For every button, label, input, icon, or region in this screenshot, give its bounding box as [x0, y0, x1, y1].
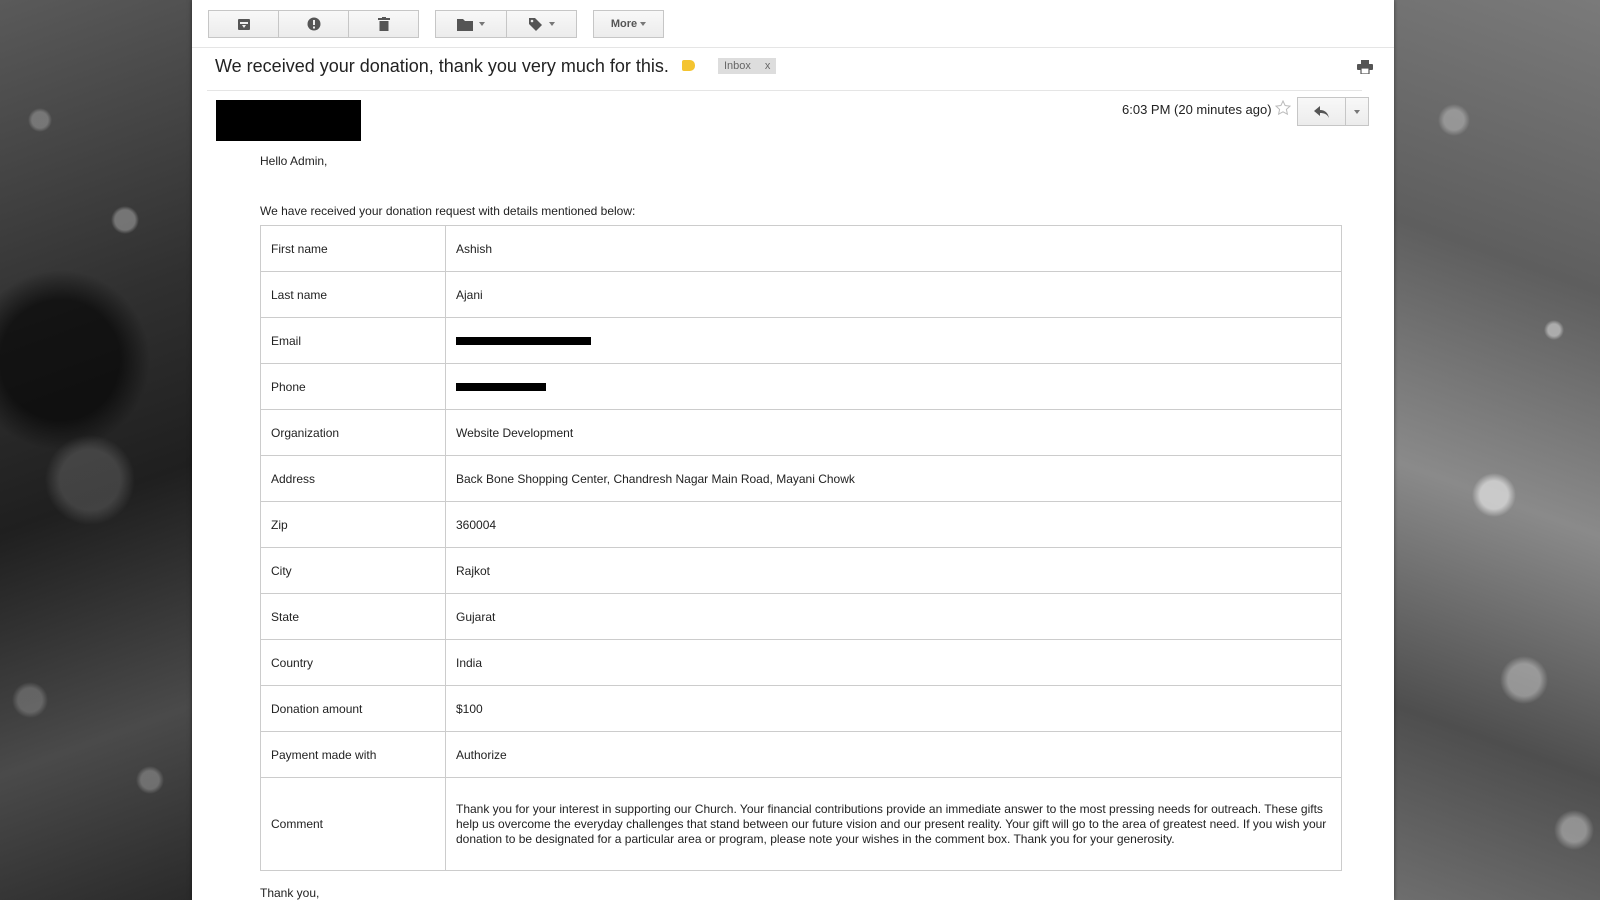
detail-key: Address — [260, 455, 446, 502]
detail-value: Back Bone Shopping Center, Chandresh Nag… — [445, 455, 1342, 502]
reply-button[interactable] — [1297, 97, 1346, 126]
table-row: Zip 360004 — [260, 501, 1342, 548]
detail-value: Gujarat — [445, 593, 1342, 640]
closing-text: Thank you, — [260, 886, 320, 900]
detail-key: Phone — [260, 363, 446, 410]
email-subject: We received your donation, thank you ver… — [215, 56, 669, 76]
detail-key: Organization — [260, 409, 446, 456]
detail-key: Last name — [260, 271, 446, 318]
move-to-button[interactable] — [435, 10, 507, 38]
table-row: Address Back Bone Shopping Center, Chand… — [260, 455, 1342, 502]
detail-key: First name — [260, 225, 446, 272]
phone-redacted — [456, 383, 546, 392]
detail-value: Website Development — [445, 409, 1342, 456]
chevron-down-icon — [549, 22, 555, 26]
detail-key: Comment — [260, 777, 446, 871]
detail-key: Payment made with — [260, 731, 446, 778]
detail-value: Ashish — [445, 225, 1342, 272]
inbox-label-badge[interactable]: Inbox x — [718, 58, 777, 74]
detail-key: City — [260, 547, 446, 594]
intro-text: We have received your donation request w… — [260, 204, 636, 218]
moon-background-left — [0, 0, 192, 900]
sender-redacted — [216, 100, 361, 141]
detail-value — [445, 363, 1342, 410]
detail-value: Rajkot — [445, 547, 1342, 594]
table-row: Phone — [260, 363, 1342, 410]
chevron-down-icon — [640, 22, 647, 26]
folder-icon — [457, 18, 473, 31]
detail-value: India — [445, 639, 1342, 686]
star-button[interactable] — [1274, 99, 1292, 121]
detail-value: $100 — [445, 685, 1342, 732]
detail-key: Email — [260, 317, 446, 364]
table-row: Donation amount $100 — [260, 685, 1342, 732]
reply-more-button[interactable] — [1345, 97, 1369, 126]
table-row: Comment Thank you for your interest in s… — [260, 777, 1342, 871]
delete-button[interactable] — [348, 10, 419, 38]
inbox-label-text: Inbox — [724, 60, 751, 72]
trash-icon — [377, 17, 390, 31]
print-button[interactable] — [1357, 60, 1373, 79]
archive-button[interactable] — [208, 10, 279, 38]
table-row: Email — [260, 317, 1342, 364]
more-label: More — [610, 18, 638, 30]
chevron-down-icon — [479, 22, 485, 26]
table-row: Payment made with Authorize — [260, 731, 1342, 778]
greeting: Hello Admin, — [260, 154, 328, 168]
toolbar-divider — [192, 47, 1394, 48]
email-timestamp: 6:03 PM (20 minutes ago) — [1122, 102, 1272, 117]
table-row: Last name Ajani — [260, 271, 1342, 318]
chevron-down-icon — [1354, 109, 1360, 114]
email-view: More We received your donation, thank yo… — [192, 0, 1394, 900]
table-row: State Gujarat — [260, 593, 1342, 640]
donation-details-table: First name Ashish Last name Ajani Email … — [260, 225, 1342, 871]
report-spam-button[interactable] — [278, 10, 349, 38]
email-redacted — [456, 337, 591, 346]
detail-key: Donation amount — [260, 685, 446, 732]
detail-key: Zip — [260, 501, 446, 548]
detail-key: Country — [260, 639, 446, 686]
label-tag-icon[interactable] — [682, 60, 695, 71]
reply-icon — [1313, 105, 1329, 118]
detail-value: Ajani — [445, 271, 1342, 318]
table-row: City Rajkot — [260, 547, 1342, 594]
detail-value — [445, 317, 1342, 364]
labels-button[interactable] — [506, 10, 577, 38]
detail-value: Authorize — [445, 731, 1342, 778]
table-row: First name Ashish — [260, 225, 1342, 272]
report-spam-icon — [307, 17, 320, 31]
tag-icon — [529, 17, 542, 31]
subject-divider — [207, 90, 1362, 91]
more-button[interactable]: More — [593, 10, 664, 38]
detail-key: State — [260, 593, 446, 640]
print-icon — [1357, 60, 1373, 75]
remove-label-button[interactable]: x — [765, 58, 771, 74]
star-icon — [1274, 99, 1292, 116]
detail-value: Thank you for your interest in supportin… — [445, 777, 1342, 871]
table-row: Organization Website Development — [260, 409, 1342, 456]
archive-icon — [237, 18, 250, 30]
table-row: Country India — [260, 639, 1342, 686]
detail-value: 360004 — [445, 501, 1342, 548]
moon-background-right — [1394, 0, 1600, 900]
